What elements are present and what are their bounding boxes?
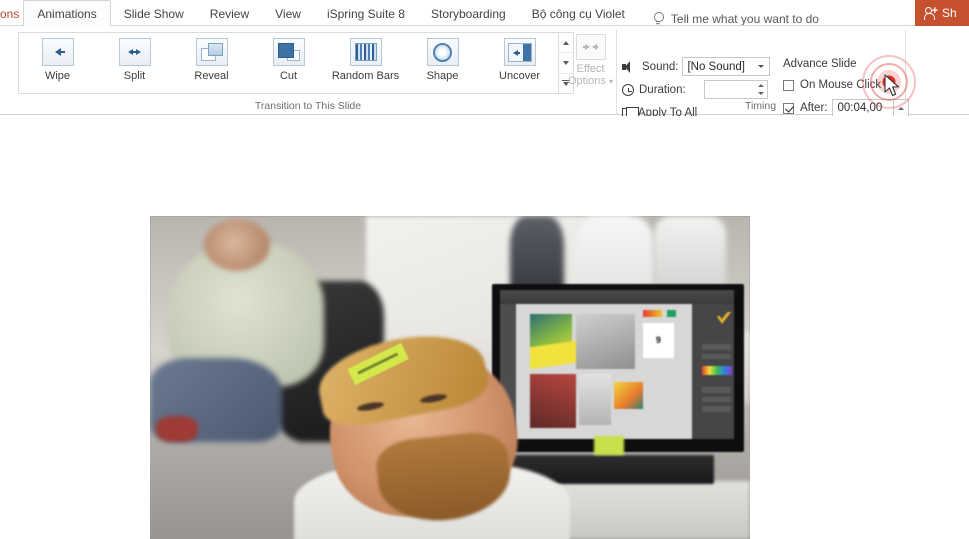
transition-gallery[interactable]: Wipe Split Reveal Cut Random Bars Shape … bbox=[18, 32, 574, 94]
tab-storyboarding[interactable]: Storyboarding bbox=[418, 1, 519, 26]
tab-review[interactable]: Review bbox=[197, 1, 262, 26]
tab-view[interactable]: View bbox=[262, 1, 314, 26]
effect-options-icon bbox=[575, 34, 606, 60]
canvas-number-label: 9 bbox=[642, 322, 675, 358]
tab-slide-show[interactable]: Slide Show bbox=[111, 1, 197, 26]
photo-monitor-screen: 9 bbox=[499, 290, 734, 439]
canvas-block-d bbox=[579, 373, 611, 426]
transition-reveal[interactable]: Reveal bbox=[173, 33, 250, 93]
ribbon: Wipe Split Reveal Cut Random Bars Shape … bbox=[0, 26, 969, 119]
screen-check-icon bbox=[716, 311, 732, 324]
tab-violet-label: Bộ công cụ Violet bbox=[531, 6, 625, 21]
duration-label: Duration: bbox=[639, 83, 686, 96]
share-button-label: Sh bbox=[942, 6, 957, 20]
clock-icon bbox=[622, 84, 634, 96]
tab-ispring-suite-8[interactable]: iSpring Suite 8 bbox=[314, 1, 418, 26]
powerpoint-window: ons Animations Slide Show Review View iS… bbox=[0, 0, 969, 539]
tab-review-label: Review bbox=[209, 6, 250, 21]
transition-split[interactable]: Split bbox=[96, 33, 173, 93]
effect-options-label-line1: Effect bbox=[576, 63, 605, 75]
tab-view-label: View bbox=[275, 6, 301, 21]
tab-ispring-label: iSpring Suite 8 bbox=[326, 6, 405, 21]
group-label-timing: Timing bbox=[744, 100, 777, 112]
transition-random-bars-label: Random Bars bbox=[331, 70, 400, 82]
duration-spinner[interactable] bbox=[703, 80, 768, 99]
random-bars-transition-icon bbox=[349, 38, 382, 66]
duration-spinner-arrows[interactable] bbox=[755, 81, 767, 98]
screen-toolbar bbox=[499, 290, 734, 304]
sound-label: Sound: bbox=[642, 60, 679, 73]
transition-shape-label: Shape bbox=[426, 70, 459, 82]
sound-value: [No Sound] bbox=[687, 60, 745, 73]
tab-animations[interactable]: Animations bbox=[23, 0, 111, 26]
duration-value bbox=[705, 81, 755, 98]
tab-transitions[interactable]: ons bbox=[0, 1, 23, 26]
transition-shape[interactable]: Shape bbox=[404, 33, 481, 93]
sound-row: Sound: [No Sound] bbox=[622, 56, 771, 77]
plus-glyph: + bbox=[931, 4, 938, 17]
transition-split-label: Split bbox=[123, 70, 146, 82]
transition-reveal-label: Reveal bbox=[194, 70, 229, 82]
lightbulb-icon bbox=[652, 12, 664, 26]
timing-group-controls: Sound: [No Sound] Duration: Apply To All bbox=[622, 56, 771, 125]
canvas-block-b bbox=[575, 314, 636, 369]
tab-animations-label: Animations bbox=[37, 6, 97, 21]
screen-panel-row-3 bbox=[701, 387, 732, 393]
advance-slide-title: Advance Slide bbox=[783, 58, 857, 70]
screen-right-panel bbox=[691, 303, 734, 439]
sound-dropdown[interactable]: [No Sound] bbox=[682, 57, 771, 76]
group-label-transition: Transition to This Slide bbox=[254, 100, 362, 112]
transition-random-bars[interactable]: Random Bars bbox=[327, 33, 404, 93]
screen-panel-row-5 bbox=[701, 406, 732, 412]
cut-transition-icon bbox=[272, 38, 305, 66]
ribbon-tab-bar: ons Animations Slide Show Review View iS… bbox=[0, 0, 969, 26]
tab-transitions-label: ons bbox=[0, 6, 20, 21]
photo-seated-woman-head bbox=[204, 219, 270, 271]
canvas-block-c bbox=[530, 373, 576, 429]
uncover-transition-icon bbox=[503, 38, 536, 66]
sound-icon bbox=[622, 60, 637, 74]
photo-sticky-note-desk bbox=[594, 435, 624, 455]
effect-options-button[interactable]: Effect Options ▾ bbox=[568, 34, 613, 87]
on-mouse-click-label: On Mouse Click bbox=[800, 79, 882, 91]
duration-row: Duration: bbox=[622, 79, 770, 100]
duration-spin-down[interactable] bbox=[755, 90, 767, 99]
wipe-transition-icon bbox=[41, 38, 74, 66]
transition-wipe[interactable]: Wipe bbox=[19, 33, 96, 93]
photo-red-shoe bbox=[156, 416, 198, 443]
screen-panel-row-1 bbox=[701, 344, 732, 350]
share-button[interactable]: + Sh bbox=[915, 0, 969, 26]
tell-me-placeholder: Tell me what you want to do bbox=[670, 12, 819, 26]
person-plus-icon: + bbox=[924, 4, 938, 20]
shape-transition-icon bbox=[426, 38, 459, 66]
effect-options-label-line2: Options ▾ bbox=[568, 75, 613, 87]
screen-panel-row-2 bbox=[701, 353, 732, 360]
duration-spin-up[interactable] bbox=[755, 81, 767, 90]
on-mouse-click-checkbox[interactable] bbox=[783, 79, 794, 91]
on-mouse-click-row[interactable]: On Mouse Click bbox=[783, 75, 909, 95]
chevron-down-icon bbox=[755, 65, 767, 68]
transition-uncover-label: Uncover bbox=[499, 70, 540, 82]
tab-slide-show-label: Slide Show bbox=[123, 6, 184, 21]
transition-cut[interactable]: Cut bbox=[250, 33, 327, 93]
transition-cut-label: Cut bbox=[279, 70, 298, 82]
tell-me-search[interactable]: Tell me what you want to do bbox=[652, 12, 819, 26]
transition-wipe-label: Wipe bbox=[44, 70, 71, 82]
split-transition-icon bbox=[118, 38, 151, 66]
reveal-transition-icon bbox=[195, 38, 228, 66]
slide-editing-area[interactable]: 9 bbox=[0, 116, 969, 539]
canvas-swatch-2 bbox=[667, 310, 676, 318]
canvas-block-e bbox=[614, 382, 643, 410]
screen-color-spectrum bbox=[701, 365, 733, 376]
canvas-ideas-banner bbox=[530, 340, 576, 370]
screen-canvas: 9 bbox=[516, 303, 692, 439]
tab-storyboarding-label: Storyboarding bbox=[430, 6, 506, 21]
tab-bo-cong-cu-violet[interactable]: Bộ công cụ Violet bbox=[519, 1, 638, 26]
transition-uncover[interactable]: Uncover bbox=[481, 33, 558, 93]
canvas-swatch-1 bbox=[642, 310, 662, 318]
screen-panel-row-4 bbox=[701, 396, 732, 403]
current-slide[interactable]: 9 bbox=[150, 216, 750, 539]
